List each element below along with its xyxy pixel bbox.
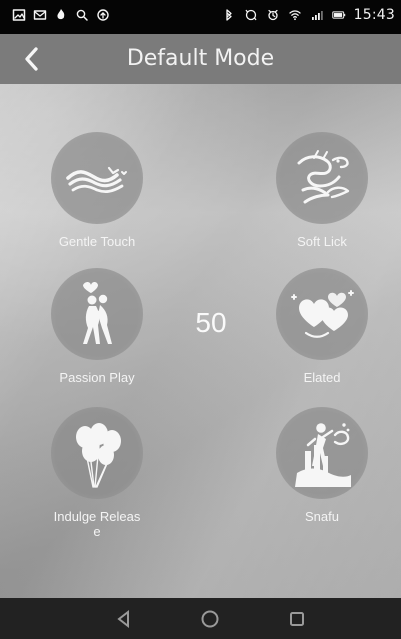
- battery-icon: [331, 8, 346, 22]
- passion-play-label: Passion Play: [59, 370, 135, 385]
- sync-icon: [244, 8, 258, 22]
- alarm-icon: [266, 8, 280, 22]
- snafu-label: Snafu: [305, 509, 339, 524]
- android-navigation-bar: [0, 598, 401, 639]
- home-icon: [201, 610, 219, 628]
- indulge-release-label: Indulge Releas e: [53, 509, 141, 539]
- app-screen: 15:43 Default Mode Gentle Touch Soft Lic…: [0, 0, 401, 639]
- status-time: 15:43: [353, 7, 395, 23]
- hearts-icon: [291, 290, 354, 338]
- snafu-circle: [276, 407, 368, 499]
- search-icon: [75, 8, 89, 22]
- recent-apps-icon: [290, 612, 304, 626]
- nav-recent-apps-button[interactable]: [285, 607, 309, 631]
- intensity-value: 50: [195, 307, 227, 338]
- bluetooth-icon: [222, 8, 236, 22]
- gentle-touch-mode-button[interactable]: Gentle Touch: [42, 132, 152, 249]
- soft-lick-mode-button[interactable]: Soft Lick: [267, 132, 377, 249]
- gentle-touch-circle: [51, 132, 143, 224]
- gentle-touch-label: Gentle Touch: [58, 234, 136, 249]
- mail-icon: [33, 8, 47, 22]
- nav-home-button[interactable]: [198, 607, 222, 631]
- passion-play-circle: [51, 268, 143, 360]
- page-title: Default Mode: [126, 46, 275, 71]
- nav-back-button[interactable]: [112, 607, 136, 631]
- indulge-release-mode-button[interactable]: Indulge Releas e: [42, 407, 152, 539]
- wifi-icon: [288, 8, 302, 22]
- soft-lick-circle: [276, 132, 368, 224]
- back-icon: [117, 609, 129, 629]
- wave-icon: [66, 166, 127, 194]
- elated-circle: [276, 268, 368, 360]
- soft-lick-label: Soft Lick: [297, 234, 347, 249]
- app-header: Default Mode: [0, 34, 401, 84]
- refresh-icon: [96, 8, 110, 22]
- dragon-icon: [297, 150, 350, 204]
- status-right-icons: 15:43: [222, 7, 395, 23]
- couple-icon: [83, 282, 112, 344]
- elated-mode-button[interactable]: Elated: [267, 268, 377, 385]
- passion-play-mode-button[interactable]: Passion Play: [42, 268, 152, 385]
- status-left-icons: [12, 8, 110, 22]
- person-icon: [295, 423, 351, 487]
- image-icon: [12, 8, 26, 22]
- balloons-icon: [76, 423, 121, 488]
- signal-icon: [310, 8, 324, 22]
- elated-label: Elated: [303, 370, 341, 385]
- mode-selection-panel: Gentle Touch Soft Lick Passion Play 50 E…: [0, 84, 401, 598]
- snafu-mode-button[interactable]: Snafu: [267, 407, 377, 524]
- indulge-release-circle: [51, 407, 143, 499]
- flame-icon: [54, 8, 68, 22]
- status-bar: 15:43: [0, 0, 401, 34]
